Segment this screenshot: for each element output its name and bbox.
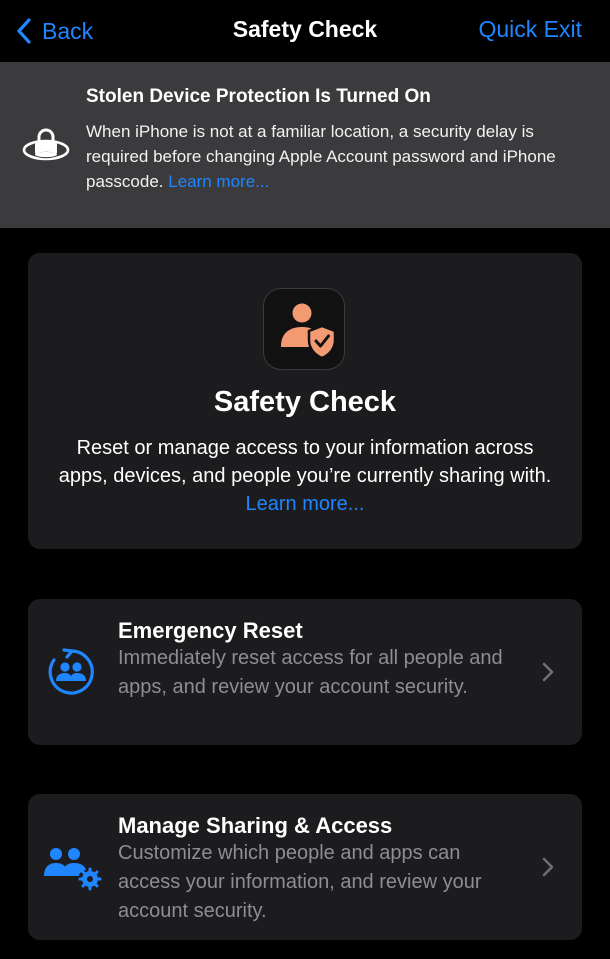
chevron-right-icon (542, 662, 554, 682)
manage-sharing-title: Manage Sharing & Access (118, 813, 393, 838)
banner-title: Stolen Device Protection Is Turned On (86, 86, 431, 107)
emergency-reset-icon (44, 645, 98, 699)
stolen-device-protection-banner: Stolen Device Protection Is Turned On Wh… (0, 62, 610, 228)
person-shield-check-icon (263, 288, 345, 370)
quick-exit-button[interactable]: Quick Exit (478, 16, 582, 43)
manage-sharing-icon (44, 840, 102, 894)
hero-learn-more-link[interactable]: Learn more... (246, 493, 365, 515)
hero-description: Reset or manage access to your informati… (50, 434, 560, 518)
banner-learn-more-link[interactable]: Learn more... (168, 172, 269, 191)
safety-check-intro-card: Safety Check Reset or manage access to y… (28, 253, 582, 549)
manage-sharing-description: Customize which people and apps can acce… (118, 842, 482, 922)
lock-location-icon (20, 120, 72, 172)
navigation-bar: Back Safety Check Quick Exit (0, 0, 610, 62)
manage-sharing-access-option[interactable]: Manage Sharing & Access Customize which … (28, 794, 582, 940)
emergency-reset-title: Emergency Reset (118, 618, 303, 643)
safety-check-screen: { "nav": { "back_label": "Back", "title"… (0, 0, 610, 959)
back-label: Back (42, 17, 94, 44)
chevron-right-icon (542, 857, 554, 877)
emergency-reset-option[interactable]: Emergency Reset Immediately reset access… (28, 599, 582, 745)
banner-description: When iPhone is not at a familiar locatio… (86, 119, 596, 194)
hero-body-text: Reset or manage access to your informati… (58, 437, 552, 487)
banner-body-text: When iPhone is not at a familiar locatio… (86, 122, 556, 191)
emergency-reset-description: Immediately reset access for all people … (118, 647, 503, 698)
hero-title: Safety Check (213, 386, 397, 418)
back-button[interactable]: Back (16, 14, 93, 48)
chevron-left-icon (17, 18, 31, 44)
